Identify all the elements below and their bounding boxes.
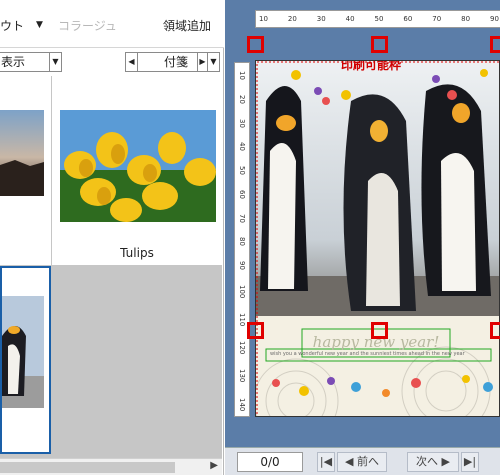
chevron-down-icon: ▼ (49, 53, 61, 71)
ruler-mark: 40 (345, 15, 355, 23)
ruler-mark: 50 (374, 15, 384, 23)
thumbnail-caption: Tulips (120, 246, 154, 260)
ruler-mark: 100 (238, 284, 246, 299)
resize-handle[interactable] (247, 322, 264, 339)
tag-select-value: 付箋 (164, 55, 189, 69)
next-label: 次へ (416, 455, 439, 468)
page-counter: 0/0 (237, 452, 303, 472)
next-page-button[interactable]: 次へ ▶ (407, 452, 459, 472)
chevron-down-icon[interactable]: ▼ (36, 20, 43, 30)
ruler-mark: 130 (238, 369, 246, 383)
ruler-mark: 60 (403, 15, 413, 23)
filter-row: 表示 ▼ ◀ 付箋 ▶ ▼ (0, 52, 224, 74)
card-photo (256, 61, 499, 416)
ruler-mark: 70 (432, 15, 442, 23)
thumbnail-image (60, 110, 216, 222)
ruler-mark: 40 (238, 142, 246, 152)
last-page-button[interactable]: ▶| (461, 452, 479, 472)
layout-menu-button[interactable]: ウト (0, 17, 24, 34)
thumbnail-item-selected[interactable] (0, 266, 51, 454)
card-canvas[interactable]: 印刷可能枠 happy new year! wish you a wonderf… (255, 60, 500, 417)
ruler-mark: 50 (238, 166, 246, 175)
ruler-mark: 20 (238, 94, 246, 104)
chevron-right-icon[interactable]: ▶ (210, 460, 218, 471)
collage-button[interactable]: コラージュ (58, 17, 117, 34)
ruler-mark: 110 (238, 312, 246, 327)
ruler-mark: 30 (238, 118, 246, 128)
thumbnail-grid: Tulips (0, 76, 222, 458)
ruler-mark: 140 (238, 397, 246, 411)
vertical-ruler: 10 20 30 40 50 60 70 80 90 100 110 120 1… (234, 62, 250, 417)
ruler-mark: 80 (238, 237, 246, 247)
thumbnail-image (2, 296, 44, 408)
horizontal-ruler: 10 20 30 40 50 60 70 80 90 (255, 10, 500, 28)
prev-label: 前へ (356, 455, 379, 468)
ruler-mark: 10 (238, 71, 246, 80)
ruler-mark: 80 (461, 15, 471, 23)
ruler-mark: 30 (316, 15, 326, 23)
app-window: ウト ▼ コラージュ 領域追加 表示 ▼ ◀ 付箋 ▶ ▼ Tulips ▶ 1… (0, 0, 500, 475)
chevron-left-icon: ◀ (345, 455, 354, 468)
resize-handle[interactable] (490, 322, 500, 339)
scrollbar-thumb[interactable] (0, 462, 175, 473)
ruler-mark: 60 (238, 189, 246, 199)
display-select[interactable]: 表示 ▼ (0, 52, 62, 72)
ruler-mark: 120 (238, 341, 246, 355)
editor-panel: 10 20 30 40 50 60 70 80 90 10 20 30 40 5… (225, 0, 500, 475)
resize-handle[interactable] (247, 36, 264, 53)
chevron-right-icon[interactable]: ▶ (197, 53, 207, 71)
add-area-button[interactable]: 領域追加 (163, 17, 211, 34)
ruler-mark: 70 (238, 213, 246, 223)
ruler-mark: 90 (490, 15, 499, 23)
tag-select[interactable]: ◀ 付箋 ▶ ▼ (125, 52, 220, 72)
first-page-button[interactable]: |◀ (317, 452, 335, 472)
thumbnail-item[interactable]: Tulips (52, 76, 222, 265)
thumbnail-item[interactable] (0, 76, 51, 265)
chevron-left-icon[interactable]: ◀ (126, 53, 138, 71)
ruler-mark: 20 (287, 15, 297, 23)
chevron-down-icon[interactable]: ▼ (207, 53, 219, 71)
thumbnail-panel: ウト ▼ コラージュ 領域追加 表示 ▼ ◀ 付箋 ▶ ▼ Tulips ▶ (0, 0, 224, 475)
prev-page-button[interactable]: ◀ 前へ (337, 452, 387, 472)
thumbnail-image (0, 110, 44, 196)
chevron-right-icon: ▶ (441, 455, 450, 468)
ruler-mark: 10 (259, 15, 268, 23)
display-select-value: 表示 (1, 55, 26, 69)
horizontal-scrollbar[interactable]: ▶ (0, 458, 222, 475)
toolbar: ウト ▼ コラージュ 領域追加 (0, 0, 224, 48)
resize-handle[interactable] (371, 322, 388, 339)
ruler-mark: 90 (238, 261, 246, 270)
page-navigation: 0/0 |◀ ◀ 前へ 次へ ▶ ▶| (225, 447, 500, 475)
resize-handle[interactable] (490, 36, 500, 53)
resize-handle[interactable] (371, 36, 388, 53)
message-text[interactable]: wish you a wonderful new year and the su… (270, 351, 490, 357)
printable-area-label: 印刷可能枠 (341, 60, 402, 72)
